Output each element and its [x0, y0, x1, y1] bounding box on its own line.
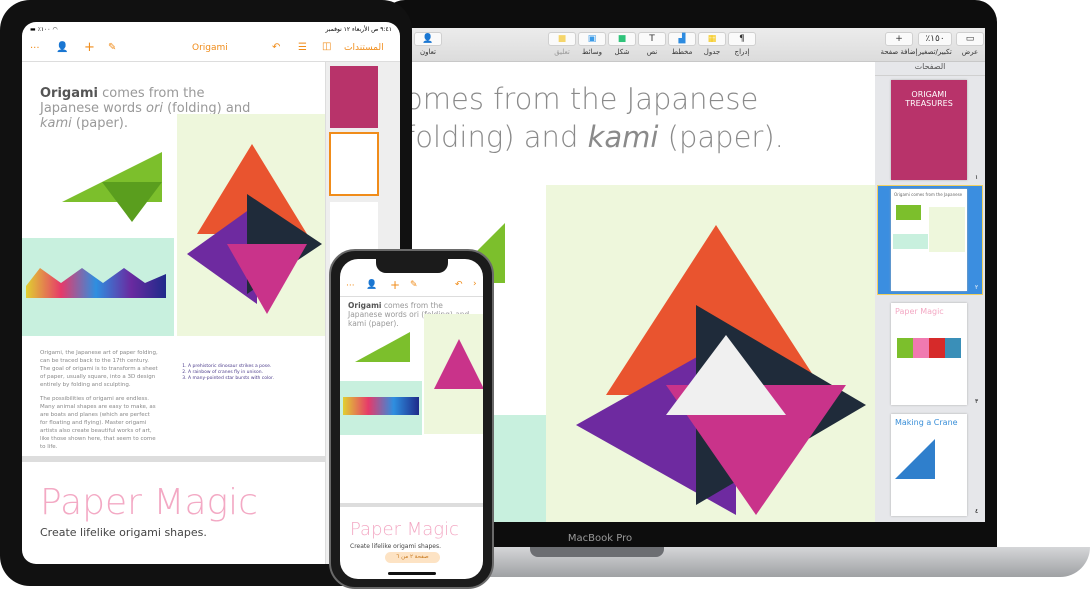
ipad-toolbar: ··· 👤 + ✎ Origami ↶ ☰ ◫ المستندات	[22, 38, 400, 62]
notch	[376, 259, 448, 273]
more-icon[interactable]: ···	[346, 281, 355, 291]
dinosaur-image	[42, 142, 162, 232]
iphone-screen: ··· 👤 + ✎ ↶ › Origami comes from the Jap…	[340, 259, 483, 579]
battery-icon: ▬	[30, 26, 38, 33]
table-button[interactable]: ▦ جدول	[697, 32, 727, 60]
comment-icon: ■	[548, 32, 576, 46]
documents-button[interactable]: المستندات	[344, 43, 384, 53]
page-thumbnail-3[interactable]: Paper Magic	[891, 303, 967, 405]
paper-magic-subtitle: Create lifelike origami shapes.	[350, 543, 442, 550]
chart-button[interactable]: ▟ مخطط	[667, 32, 697, 60]
undo-icon[interactable]: ↶	[272, 42, 280, 53]
star-image	[424, 314, 483, 434]
ipad-body: Origami, the Japanese art of paper foldi…	[40, 350, 158, 462]
cranes-image	[340, 381, 422, 435]
paragraph-icon: ¶	[728, 32, 756, 46]
cranes-image	[22, 238, 174, 336]
collaborate-icon[interactable]: 👤	[56, 42, 68, 53]
iphone-toolbar: ··· 👤 + ✎ ↶ ›	[340, 277, 483, 297]
macbook-label: MacBook Pro	[567, 533, 633, 544]
paper-magic-heading: Paper Magic	[40, 482, 258, 523]
insert-button[interactable]: ¶ إدراج	[727, 32, 757, 60]
text-icon: T	[638, 32, 666, 46]
dinosaur-image	[350, 327, 410, 377]
add-page-button[interactable]: + إضافة صفحة	[880, 32, 918, 60]
wifi-icon: ◠	[52, 26, 58, 33]
home-indicator	[388, 572, 436, 575]
collaborate-icon: 👤	[414, 32, 442, 46]
view-button[interactable]: ▭ عرض	[955, 32, 985, 60]
page-thumbnail-1[interactable]: ORIGAMI TREASURES	[891, 80, 967, 180]
chart-icon: ▟	[668, 32, 696, 46]
paper-magic-heading: Paper Magic	[350, 519, 459, 540]
plus-icon[interactable]: +	[390, 278, 400, 292]
view-icon: ▭	[956, 32, 984, 46]
page-divider	[340, 503, 483, 507]
page-thumbnail-4[interactable]: Making a Crane	[891, 414, 967, 516]
media-icon: ▣	[578, 32, 606, 46]
brush-icon[interactable]: ✎	[410, 280, 418, 290]
plus-icon[interactable]: +	[84, 40, 95, 55]
macbook-notch	[530, 547, 664, 557]
status-bar: ٩:٤١ ص الأربعاء ١٢ نوفمبر ▬ ٪١٠٠ ◠	[30, 26, 392, 33]
mac-toolbar: ▭ عرض ٪١٥٠ تكبير/تصغير + إضافة صفحة ¶ إدراج …	[405, 28, 985, 62]
shape-button[interactable]: ■ شكل	[607, 32, 637, 60]
page-divider	[22, 456, 325, 462]
media-button[interactable]: ▣ وسائط	[577, 32, 607, 60]
sidebar-icon[interactable]: ◫	[322, 41, 331, 52]
collaborate-button[interactable]: 👤 تعاون	[413, 32, 443, 60]
collaborate-icon[interactable]: 👤	[366, 280, 377, 290]
star-image	[546, 185, 875, 522]
page-thumbnail-2[interactable]	[329, 132, 379, 196]
comment-button[interactable]: ■ تعليق	[547, 32, 577, 60]
pages-sidebar: الصفحات ORIGAMI TREASURES ١ Origami come…	[875, 62, 985, 522]
iphone: ··· 👤 + ✎ ↶ › Origami comes from the Jap…	[329, 249, 494, 589]
star-image	[177, 114, 325, 336]
more-icon[interactable]: ···	[30, 43, 40, 54]
format-icon[interactable]: ☰	[298, 42, 307, 53]
ipad-list: A prehistoric dinosaur strikes a pose. A…	[180, 364, 280, 382]
undo-icon[interactable]: ↶	[455, 280, 463, 290]
brush-icon[interactable]: ✎	[108, 42, 116, 53]
chevron-right-icon[interactable]: ›	[473, 279, 477, 289]
doc-heading: omes from the Japanese folding) and kami…	[405, 82, 784, 154]
plus-icon: +	[885, 32, 913, 46]
page-thumbnail-1[interactable]	[330, 66, 378, 128]
zoom-button[interactable]: ٪١٥٠ تكبير/تصغير	[915, 32, 955, 60]
document-title: Origami	[192, 43, 228, 53]
shape-icon: ■	[608, 32, 636, 46]
page-thumbnail-2[interactable]: Origami comes from the Japanese	[891, 189, 967, 291]
paper-magic-subtitle: Create lifelike origami shapes.	[40, 526, 207, 539]
table-icon: ▦	[698, 32, 726, 46]
page-indicator-badge: صفحة ٢ من ٦	[385, 552, 440, 563]
text-button[interactable]: T نص	[637, 32, 667, 60]
